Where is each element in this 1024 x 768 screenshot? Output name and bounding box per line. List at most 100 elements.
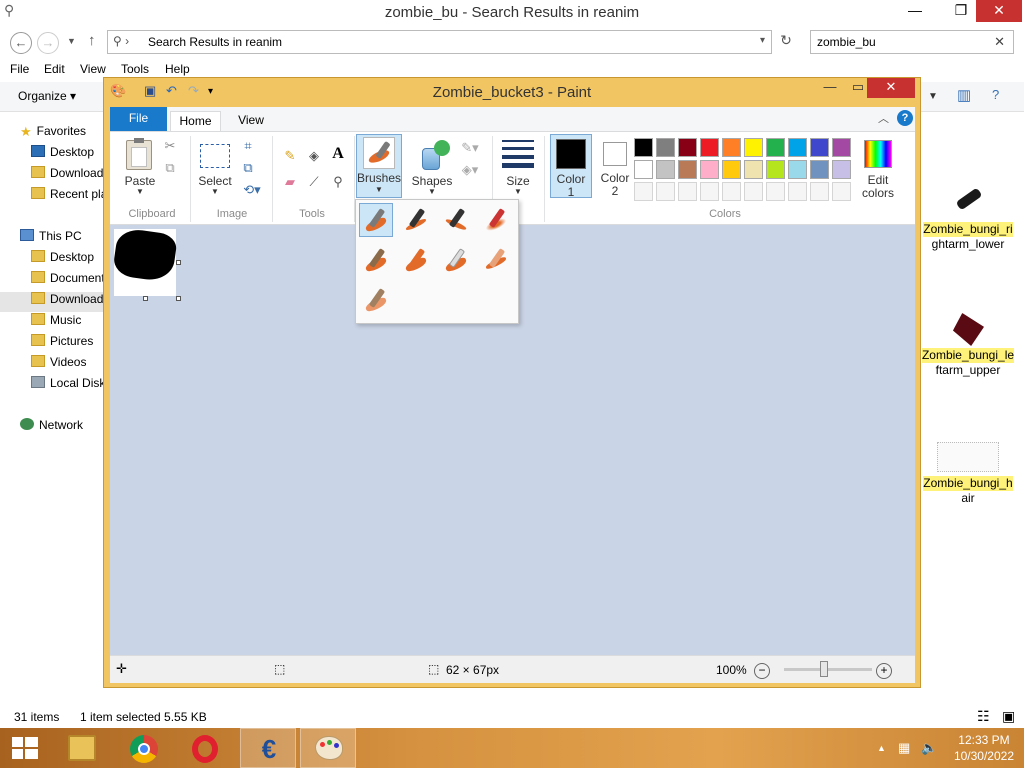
palette-swatch[interactable]	[766, 138, 785, 157]
taskbar-opera[interactable]	[178, 728, 234, 768]
palette-swatch[interactable]	[832, 182, 851, 201]
palette-swatch[interactable]	[722, 182, 741, 201]
nav-pc-pictures[interactable]: Pictures	[31, 334, 93, 354]
paste-button[interactable]: Paste ▼	[118, 136, 162, 202]
edit-colors-button[interactable]: Edit colors	[856, 136, 900, 200]
resize-handle-bottom[interactable]	[143, 296, 148, 301]
taskbar-chrome[interactable]	[116, 728, 172, 768]
calligraphy-brush-option[interactable]	[399, 203, 433, 237]
nav-favorites[interactable]: ★ Favorites	[20, 124, 86, 144]
zoom-slider-thumb[interactable]	[820, 661, 828, 677]
palette-swatch[interactable]	[722, 138, 741, 157]
color-picker-icon[interactable]: ⟋	[306, 174, 322, 190]
outline-icon[interactable]: ✎▾	[458, 140, 482, 156]
clock[interactable]: 12:33 PM 10/30/2022	[954, 732, 1014, 764]
palette-swatch[interactable]	[788, 160, 807, 179]
paint-help-icon[interactable]: ?	[897, 110, 913, 126]
resize-handle-corner[interactable]	[176, 296, 181, 301]
fill-icon[interactable]: ◈▾	[458, 162, 482, 178]
rotate-icon[interactable]: ⟲▾	[240, 182, 264, 198]
brush-option[interactable]	[359, 203, 393, 237]
palette-swatch[interactable]	[744, 138, 763, 157]
resize-icon[interactable]: ⧉	[240, 160, 256, 176]
file-item[interactable]: Zombie_bungi_ri ghtarm_lower	[918, 186, 1018, 252]
paint-close-button[interactable]: ✕	[867, 78, 915, 98]
pencil-icon[interactable]: ✎	[282, 148, 298, 164]
show-hidden-icons-icon[interactable]: ▲	[877, 743, 886, 753]
palette-swatch[interactable]	[634, 182, 653, 201]
crayon-option[interactable]	[399, 243, 433, 277]
palette-swatch[interactable]	[700, 138, 719, 157]
preview-pane-icon[interactable]: ▥	[957, 86, 971, 104]
taskbar-ccleaner[interactable]: €	[240, 728, 296, 768]
tab-file[interactable]: File	[110, 107, 167, 131]
minimize-button[interactable]: —	[899, 0, 931, 22]
menu-edit[interactable]: Edit	[44, 62, 65, 76]
start-button[interactable]	[0, 728, 50, 768]
marker-option[interactable]	[439, 243, 473, 277]
nav-fav-desktop[interactable]: Desktop	[31, 145, 94, 165]
palette-swatch[interactable]	[788, 182, 807, 201]
collapse-ribbon-icon[interactable]: ︿	[878, 110, 889, 126]
volume-icon[interactable]: 🔈	[921, 740, 937, 756]
clear-search-icon[interactable]: ✕	[994, 34, 1005, 50]
copy-icon[interactable]: ⧉	[162, 160, 178, 176]
eraser-icon[interactable]: ▰	[282, 174, 298, 190]
palette-swatch[interactable]	[700, 182, 719, 201]
file-item[interactable]: Zombie_bungi_h air	[918, 440, 1018, 506]
help-icon[interactable]: ?	[992, 87, 999, 102]
palette-swatch[interactable]	[744, 182, 763, 201]
close-button[interactable]: ✕	[976, 0, 1022, 22]
address-bar[interactable]: ⚲ › Search Results in reanim ▾	[107, 30, 772, 54]
palette-swatch[interactable]	[634, 138, 653, 157]
menu-view[interactable]: View	[80, 62, 106, 76]
nav-pc-videos[interactable]: Videos	[31, 355, 86, 375]
nav-pc-desktop[interactable]: Desktop	[31, 250, 94, 270]
palette-swatch[interactable]	[832, 160, 851, 179]
paint-minimize-button[interactable]: —	[816, 78, 844, 98]
size-button[interactable]: Size ▼	[496, 136, 540, 200]
zoom-in-button[interactable]: +	[876, 663, 892, 679]
view-options-chevron-icon[interactable]: ▼	[928, 91, 938, 102]
file-item[interactable]: Zombie_bungi_le ftarm_upper	[918, 312, 1018, 378]
address-dropdown-icon[interactable]: ▾	[760, 35, 765, 46]
menu-file[interactable]: File	[10, 62, 29, 76]
drawing-canvas[interactable]	[111, 227, 179, 296]
brushes-button[interactable]: Brushes ▼	[356, 134, 402, 198]
palette-swatch[interactable]	[766, 182, 785, 201]
palette-swatch[interactable]	[656, 160, 675, 179]
calligraphy-brush-2-option[interactable]	[439, 203, 473, 237]
fill-bucket-icon[interactable]: ◈	[306, 148, 322, 164]
palette-swatch[interactable]	[722, 160, 741, 179]
forward-button[interactable]: →	[37, 32, 59, 54]
natural-pencil-option[interactable]	[479, 243, 513, 277]
watercolor-brush-option[interactable]	[359, 283, 393, 317]
palette-swatch[interactable]	[656, 182, 675, 201]
select-button[interactable]: Select ▼	[194, 136, 236, 202]
zoom-out-button[interactable]: −	[754, 663, 770, 679]
network-tray-icon[interactable]: ▦	[898, 740, 910, 756]
taskbar-file-explorer[interactable]	[54, 728, 110, 768]
palette-swatch[interactable]	[634, 160, 653, 179]
nav-network[interactable]: Network	[20, 418, 83, 438]
tab-view[interactable]: View	[231, 111, 271, 131]
zoom-slider[interactable]	[784, 668, 872, 671]
palette-swatch[interactable]	[810, 160, 829, 179]
oil-brush-option[interactable]	[359, 243, 393, 277]
nav-pc-downloads[interactable]: Downloads	[0, 292, 104, 312]
taskbar-paint[interactable]	[300, 728, 356, 768]
palette-swatch[interactable]	[766, 160, 785, 179]
shapes-button[interactable]: Shapes ▼	[410, 136, 454, 200]
resize-handle-right[interactable]	[176, 260, 181, 265]
color2-button[interactable]: Color 2	[594, 134, 636, 198]
palette-swatch[interactable]	[744, 160, 763, 179]
cut-icon[interactable]: ✂	[162, 138, 178, 154]
palette-swatch[interactable]	[810, 138, 829, 157]
details-view-icon[interactable]: ☷	[977, 708, 990, 725]
tab-home[interactable]: Home	[170, 111, 221, 131]
color1-button[interactable]: Color 1	[550, 134, 592, 199]
airbrush-option[interactable]	[479, 203, 513, 237]
refresh-icon[interactable]: ↻	[776, 32, 796, 52]
back-button[interactable]: ←	[10, 32, 32, 54]
palette-swatch[interactable]	[832, 138, 851, 157]
